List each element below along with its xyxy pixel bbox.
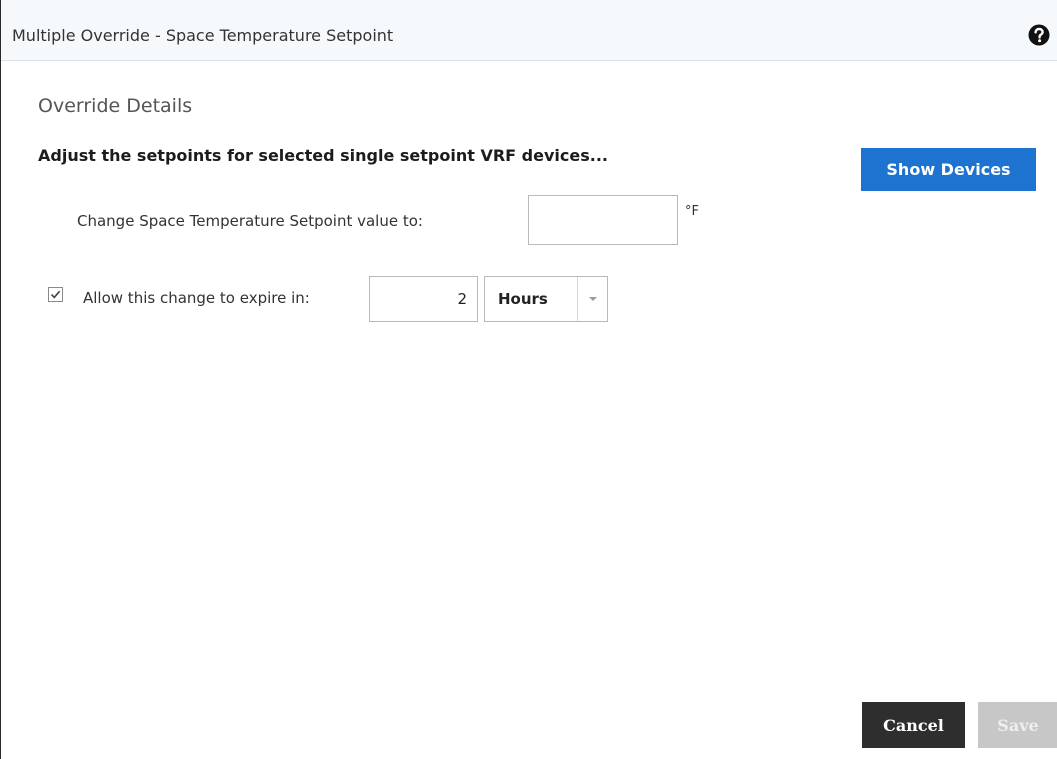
dropdown-arrow-icon[interactable]	[577, 277, 608, 321]
expire-unit-select[interactable]: Hours	[484, 276, 608, 322]
expire-checkbox[interactable]	[48, 287, 63, 302]
temperature-unit: °F	[685, 204, 699, 219]
checkmark-icon	[50, 290, 61, 299]
setpoint-label: Change Space Temperature Setpoint value …	[77, 212, 423, 230]
show-devices-button[interactable]: Show Devices	[861, 148, 1036, 191]
cancel-button[interactable]: Cancel	[862, 702, 965, 748]
override-dialog: Multiple Override - Space Temperature Se…	[0, 0, 1057, 759]
expire-label: Allow this change to expire in:	[83, 289, 310, 307]
dialog-titlebar: Multiple Override - Space Temperature Se…	[1, 0, 1057, 61]
expire-duration-input[interactable]	[369, 276, 478, 322]
instruction-text: Adjust the setpoints for selected single…	[38, 146, 608, 165]
setpoint-input[interactable]	[528, 195, 678, 245]
dialog-title: Multiple Override - Space Temperature Se…	[12, 26, 394, 45]
expire-unit-value: Hours	[498, 290, 548, 308]
help-icon[interactable]	[1028, 24, 1050, 46]
save-button[interactable]: Save	[978, 702, 1057, 748]
section-title: Override Details	[38, 95, 193, 117]
